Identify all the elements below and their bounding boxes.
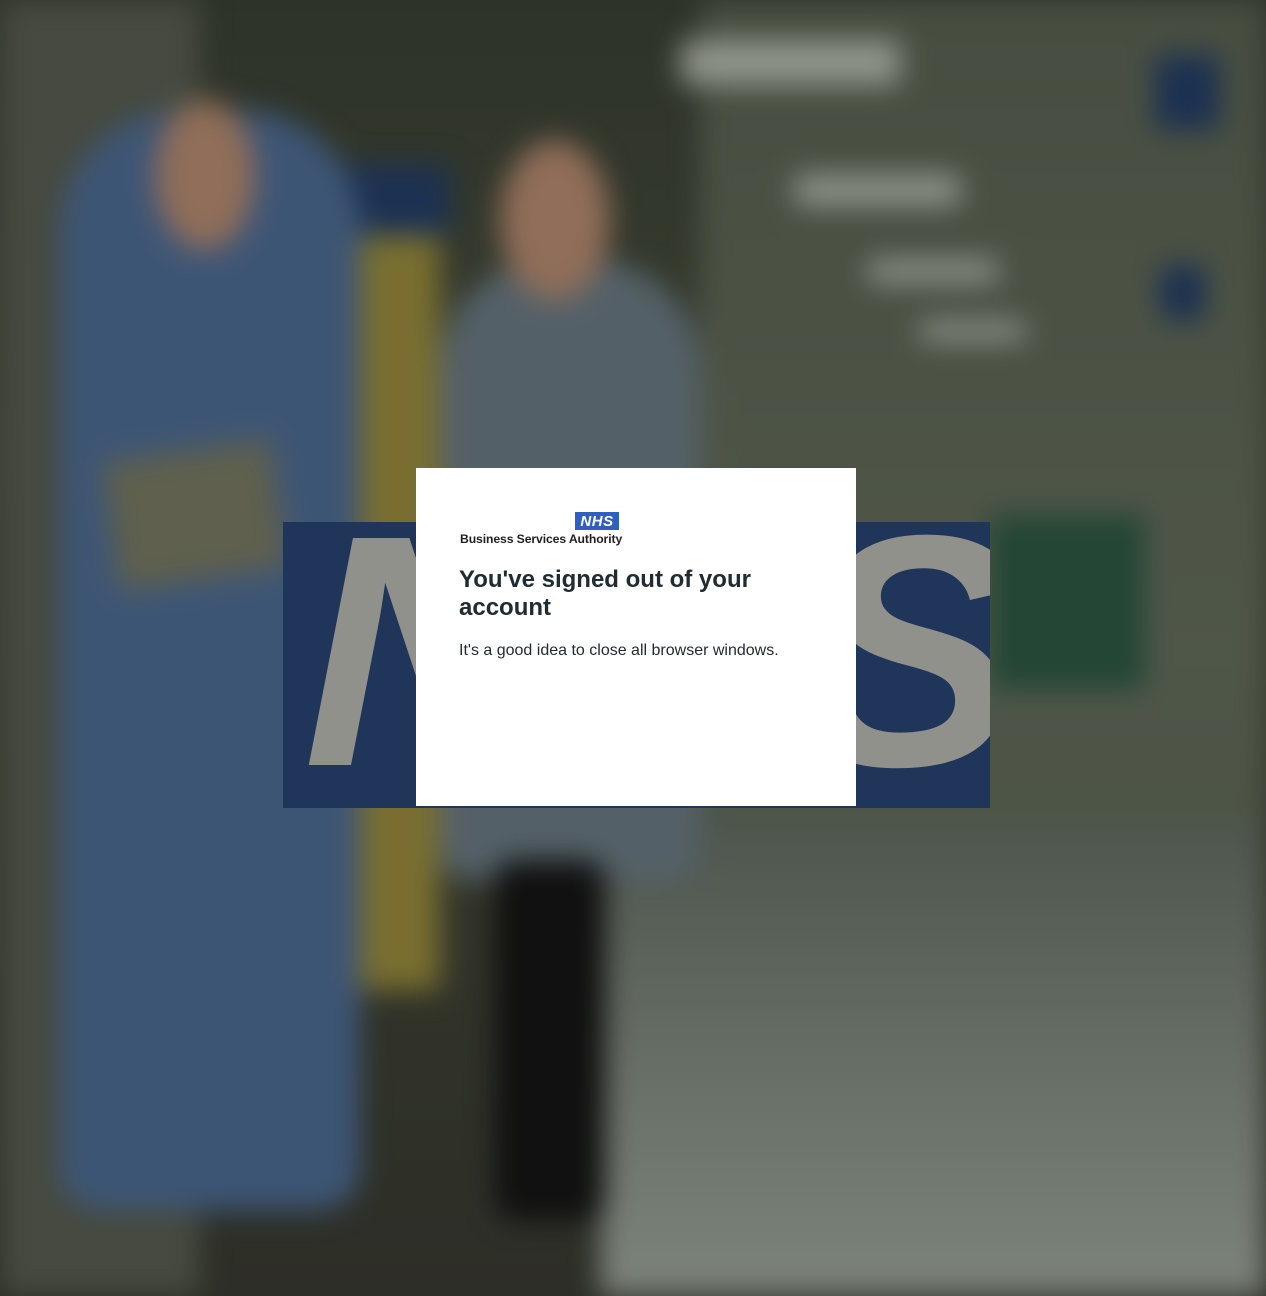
signed-out-dialog: NHS Business Services Authority You've s… — [416, 468, 856, 806]
logo-subtitle: Business Services Authority — [460, 532, 623, 546]
nhsbsa-logo: NHS Business Services Authority — [459, 512, 623, 548]
nhs-logo-mark: NHS — [575, 512, 619, 530]
page-title: You've signed out of your account — [459, 566, 751, 621]
nhs-logo-text: NHS — [580, 512, 614, 530]
signout-message: It's a good idea to close all browser wi… — [459, 642, 779, 659]
